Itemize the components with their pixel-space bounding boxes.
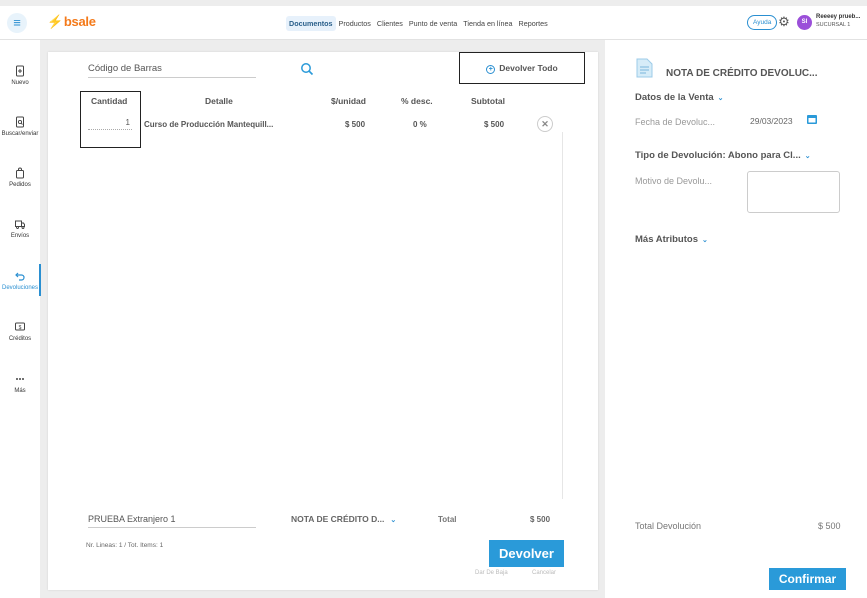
plus-circle-icon: + [486, 65, 496, 74]
chevron-down-icon: ⌄ [717, 95, 724, 102]
sidebar-item-label: Devoluciones [1, 285, 39, 291]
row-unit-price: $ 500 [345, 120, 366, 129]
return-all-button[interactable]: + Devolver Todo [459, 52, 585, 84]
sidebar-item-buscar-enviar[interactable]: Buscar/enviar [0, 116, 40, 137]
top-bar: ≡ ⚡bsale Documentos Productos Clientes P… [0, 6, 867, 40]
sidebar-item-mas[interactable]: Más [0, 373, 40, 394]
bag-icon [16, 167, 24, 179]
top-nav: Documentos Productos Clientes Punto de v… [286, 16, 551, 31]
col-discount: % desc. [401, 96, 433, 106]
reason-label: Motivo de Devolu... [635, 176, 713, 186]
sidebar-item-nuevo[interactable]: Nuevo [0, 65, 40, 86]
sidebar-item-label: Créditos [8, 336, 32, 342]
gear-icon[interactable]: ⚙ [777, 15, 791, 29]
bolt-icon: ⚡ [47, 14, 63, 29]
nav-productos[interactable]: Productos [336, 16, 374, 31]
sidebar-item-label: Más [14, 388, 26, 394]
sidebar-item-pedidos[interactable]: Pedidos [0, 167, 40, 188]
return-all-label: Devolver Todo [499, 63, 558, 73]
row-subtotal: $ 500 [484, 120, 505, 129]
hamburger-menu-icon[interactable]: ≡ [7, 13, 27, 33]
document-type-select[interactable]: NOTA DE CRÉDITO D... ⌄ [291, 514, 396, 524]
col-subtotal: Subtotal [471, 96, 505, 106]
sale-data-label: Datos de la Venta [635, 92, 714, 103]
total-return-value: $ 500 [818, 521, 841, 531]
chevron-down-icon: ⌄ [390, 517, 397, 524]
return-date-input[interactable]: 29/03/2023 [750, 116, 793, 126]
chevron-down-icon: ⌄ [701, 237, 708, 244]
col-cantidad: Cantidad [91, 96, 128, 106]
write-off-link[interactable]: Dar De Baja [475, 570, 508, 576]
return-type-label: Tipo de Devolución: Abono para Cl... [635, 150, 801, 161]
sidebar-item-label: Nuevo [11, 80, 29, 86]
confirm-button[interactable]: Confirmar [769, 568, 846, 590]
remove-row-icon[interactable]: ✕ [537, 116, 553, 132]
logo-text: bsale [63, 14, 96, 29]
barcode-input[interactable]: Código de Barras [88, 63, 256, 78]
search-icon[interactable] [300, 62, 314, 76]
avatar[interactable]: SI [797, 15, 812, 30]
nav-punto-de-venta[interactable]: Punto de venta [406, 16, 460, 31]
credit-icon: $ [15, 322, 25, 331]
sidebar-item-envios[interactable]: Envíos [0, 218, 40, 239]
document-search-icon [16, 116, 24, 128]
col-unit-price: $/unidad [331, 96, 366, 106]
sale-data-toggle[interactable]: Datos de la Venta ⌄ [635, 92, 724, 103]
svg-text:$: $ [19, 325, 22, 331]
row-discount: 0 % [413, 120, 427, 129]
bsale-logo[interactable]: ⚡bsale [47, 14, 96, 30]
return-arrow-icon [15, 272, 25, 281]
nav-reportes[interactable]: Reportes [516, 16, 551, 31]
total-value: $ 500 [530, 515, 551, 524]
document-plus-icon [16, 65, 24, 77]
document-icon [636, 58, 653, 78]
sidebar-item-label: Pedidos [9, 182, 31, 188]
user-name[interactable]: Reeeey prueb... [816, 14, 860, 20]
cancel-link[interactable]: Cancelar [532, 570, 556, 576]
return-type-select[interactable]: Tipo de Devolución: Abono para Cl... ⌄ [635, 150, 811, 161]
sidebar-item-creditos[interactable]: $ Créditos [0, 321, 40, 342]
total-return-label: Total Devolución [635, 521, 702, 531]
user-branch: SUCURSAL 1 [816, 22, 851, 28]
credit-note-panel: NOTA DE CRÉDITO DEVOLUC... Datos de la V… [605, 40, 867, 598]
reason-input[interactable] [747, 171, 840, 213]
more-attributes-label: Más Atributos [635, 234, 698, 245]
nav-documentos[interactable]: Documentos [286, 16, 336, 31]
return-button[interactable]: Devolver [489, 540, 564, 567]
document-type-value: NOTA DE CRÉDITO D... [291, 514, 385, 524]
sidebar: Nuevo Buscar/enviar Pedidos Envíos Devol… [0, 40, 41, 598]
total-label: Total [438, 515, 457, 524]
col-detalle: Detalle [205, 96, 233, 106]
lines-info: Nr. Lineas: 1 / Tot. Items: 1 [86, 542, 164, 549]
divider [562, 132, 563, 499]
sidebar-item-devoluciones[interactable]: Devoluciones [0, 264, 41, 296]
quantity-input[interactable]: 1 [88, 118, 132, 130]
return-items-card: Código de Barras + Devolver Todo Cantidad… [48, 52, 598, 590]
panel-title: NOTA DE CRÉDITO DEVOLUC... [666, 68, 818, 79]
calendar-icon[interactable] [806, 113, 818, 125]
sidebar-item-label: Envíos [10, 233, 30, 239]
client-field[interactable]: PRUEBA Extranjero 1 [88, 514, 256, 528]
truck-icon [15, 220, 25, 229]
return-date-label: Fecha de Devoluc... [635, 117, 716, 127]
more-dots-icon [16, 378, 24, 380]
sidebar-item-label: Buscar/enviar [1, 131, 39, 137]
help-button[interactable]: Ayuda [747, 15, 778, 30]
nav-clientes[interactable]: Clientes [374, 16, 406, 31]
more-attributes-toggle[interactable]: Más Atributos ⌄ [635, 234, 708, 245]
nav-tienda-en-linea[interactable]: Tienda en línea [460, 16, 515, 31]
row-detail: Curso de Producción Mantequill... [144, 120, 274, 129]
chevron-down-icon: ⌄ [804, 153, 811, 160]
